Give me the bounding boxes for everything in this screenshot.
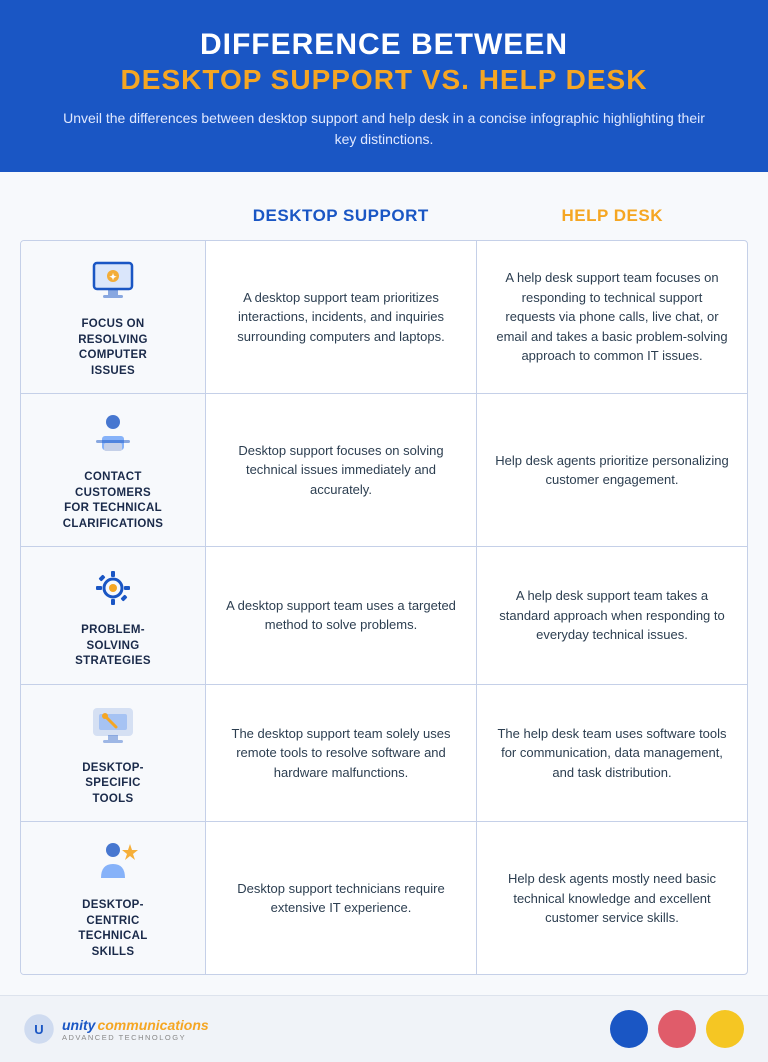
label-text-contact: CONTACTCUSTOMERSFOR TECHNICALCLARIFICATI…	[63, 470, 163, 532]
footer-logo-communications: communications	[97, 1017, 208, 1033]
desktop-cell-problem: A desktop support team uses a targeted m…	[206, 547, 477, 684]
helpdesk-cell-contact: Help desk agents prioritize personalizin…	[477, 394, 747, 546]
label-cell-contact: CONTACTCUSTOMERSFOR TECHNICALCLARIFICATI…	[21, 394, 206, 546]
helpdesk-column-header: HELP DESK	[477, 196, 749, 240]
footer-dots	[610, 1010, 744, 1048]
header-title-line2: DESKTOP SUPPORT VS. HELP DESK	[60, 64, 708, 96]
focus-icon: ✦	[86, 255, 140, 309]
tools-icon	[86, 699, 140, 753]
footer-logo: U unity communications ADVANCED TECHNOLO…	[24, 1014, 209, 1044]
label-text-problem: PROBLEM-SOLVINGSTRATEGIES	[75, 623, 151, 670]
label-cell-focus: ✦ FOCUS ONRESOLVINGCOMPUTERISSUES	[21, 241, 206, 393]
helpdesk-cell-problem: A help desk support team takes a standar…	[477, 547, 747, 684]
header: DIFFERENCE BETWEEN DESKTOP SUPPORT VS. H…	[0, 0, 768, 172]
helpdesk-cell-focus: A help desk support team focuses on resp…	[477, 241, 747, 393]
helpdesk-cell-tools: The help desk team uses software tools f…	[477, 685, 747, 822]
skills-icon	[86, 836, 140, 890]
label-text-skills: DESKTOP-CENTRICTECHNICALSKILLS	[78, 898, 147, 960]
footer-tagline: ADVANCED TECHNOLOGY	[62, 1033, 209, 1042]
footer: U unity communications ADVANCED TECHNOLO…	[0, 995, 768, 1062]
table-row: ✦ FOCUS ONRESOLVINGCOMPUTERISSUES A desk…	[21, 241, 747, 394]
label-text-tools: DESKTOP-SPECIFICTOOLS	[82, 761, 144, 808]
svg-text:✦: ✦	[109, 272, 117, 282]
helpdesk-cell-skills: Help desk agents mostly need basic techn…	[477, 822, 747, 974]
dot-blue	[610, 1010, 648, 1048]
footer-logo-text-block: unity communications ADVANCED TECHNOLOGY	[62, 1017, 209, 1042]
table-row: CONTACTCUSTOMERSFOR TECHNICALCLARIFICATI…	[21, 394, 747, 547]
svg-text:U: U	[34, 1022, 43, 1037]
main-content: DESKTOP SUPPORT HELP DESK ✦	[0, 172, 768, 995]
comparison-table: ✦ FOCUS ONRESOLVINGCOMPUTERISSUES A desk…	[20, 240, 748, 975]
footer-logo-unity: unity	[62, 1017, 95, 1033]
header-title-line1: DIFFERENCE BETWEEN	[60, 28, 708, 62]
desktop-column-header: DESKTOP SUPPORT	[205, 196, 477, 240]
contact-icon	[86, 408, 140, 462]
header-subtitle: Unveil the differences between desktop s…	[60, 108, 708, 150]
label-text-focus: FOCUS ONRESOLVINGCOMPUTERISSUES	[78, 317, 148, 379]
column-headers: DESKTOP SUPPORT HELP DESK	[205, 196, 748, 240]
dot-red	[658, 1010, 696, 1048]
table-row: PROBLEM-SOLVINGSTRATEGIES A desktop supp…	[21, 547, 747, 685]
label-cell-problem: PROBLEM-SOLVINGSTRATEGIES	[21, 547, 206, 684]
table-row: DESKTOP-CENTRICTECHNICALSKILLS Desktop s…	[21, 822, 747, 974]
dot-yellow	[706, 1010, 744, 1048]
desktop-cell-contact: Desktop support focuses on solving techn…	[206, 394, 477, 546]
label-cell-tools: DESKTOP-SPECIFICTOOLS	[21, 685, 206, 822]
desktop-cell-skills: Desktop support technicians require exte…	[206, 822, 477, 974]
label-cell-skills: DESKTOP-CENTRICTECHNICALSKILLS	[21, 822, 206, 974]
problem-icon	[86, 561, 140, 615]
table-row: DESKTOP-SPECIFICTOOLS The desktop suppor…	[21, 685, 747, 823]
desktop-cell-focus: A desktop support team prioritizes inter…	[206, 241, 477, 393]
desktop-cell-tools: The desktop support team solely uses rem…	[206, 685, 477, 822]
